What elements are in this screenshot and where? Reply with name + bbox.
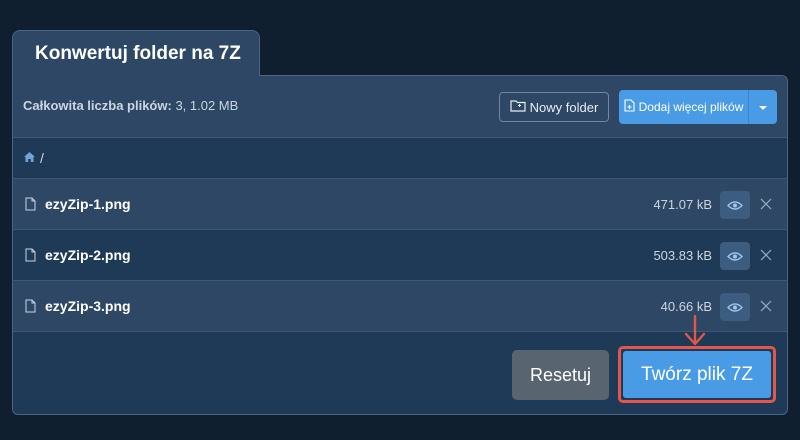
file-icon: [25, 197, 36, 216]
eye-icon: [727, 302, 743, 312]
new-folder-icon: [510, 99, 526, 115]
preview-button[interactable]: [720, 191, 750, 219]
file-summary-label: Całkowita liczba plików:: [23, 98, 172, 113]
remove-file-button[interactable]: [760, 197, 772, 215]
file-icon: [25, 299, 36, 318]
file-row: ezyZip-1.png 471.07 kB: [13, 179, 787, 230]
page-title: Konwertuj folder na 7Z: [35, 42, 241, 64]
add-files-main[interactable]: Dodaj więcej plików: [619, 90, 748, 124]
file-summary: Całkowita liczba plików: 3, 1.02 MB: [23, 98, 238, 113]
remove-file-button[interactable]: [760, 299, 772, 317]
eye-icon: [727, 251, 743, 261]
remove-file-button[interactable]: [760, 248, 772, 266]
file-size: 471.07 kB: [653, 196, 712, 212]
new-folder-button[interactable]: Nowy folder: [499, 92, 609, 122]
add-file-icon: [624, 99, 635, 115]
eye-icon: [727, 200, 743, 210]
file-row: ezyZip-3.png 40.66 kB: [13, 281, 787, 332]
add-files-dropdown-toggle[interactable]: [748, 90, 777, 124]
close-icon: [760, 198, 772, 210]
file-size: 503.83 kB: [653, 247, 712, 263]
add-files-label: Dodaj więcej plików: [638, 100, 744, 114]
home-icon[interactable]: [23, 150, 36, 166]
file-name: ezyZip-3.png: [45, 298, 131, 314]
breadcrumb: /: [13, 138, 787, 179]
create-7z-button[interactable]: Twórz plik 7Z: [623, 351, 771, 398]
file-size: 40.66 kB: [660, 298, 712, 314]
close-icon: [760, 300, 772, 312]
file-name: ezyZip-2.png: [45, 247, 131, 263]
page-title-tab: Konwertuj folder na 7Z: [12, 30, 260, 76]
close-icon: [760, 249, 772, 261]
file-icon: [25, 248, 36, 267]
preview-button[interactable]: [720, 293, 750, 321]
file-list: ezyZip-1.png 471.07 kB ezyZip-2.png 503.…: [13, 179, 787, 332]
preview-button[interactable]: [720, 242, 750, 270]
file-name: ezyZip-1.png: [45, 196, 131, 212]
reset-button[interactable]: Resetuj: [512, 350, 609, 400]
toolbar: Całkowita liczba plików: 3, 1.02 MB Nowy…: [13, 76, 787, 138]
converter-panel: Całkowita liczba plików: 3, 1.02 MB Nowy…: [12, 75, 788, 415]
add-files-button[interactable]: Dodaj więcej plików: [619, 90, 777, 124]
caret-down-icon: [758, 100, 768, 114]
create-button-highlight: Twórz plik 7Z: [618, 346, 776, 403]
file-row: ezyZip-2.png 503.83 kB: [13, 230, 787, 281]
breadcrumb-separator: /: [40, 150, 44, 166]
file-summary-value: 3, 1.02 MB: [175, 98, 239, 113]
new-folder-label: Nowy folder: [529, 99, 599, 115]
arrow-down-icon: [684, 315, 706, 346]
